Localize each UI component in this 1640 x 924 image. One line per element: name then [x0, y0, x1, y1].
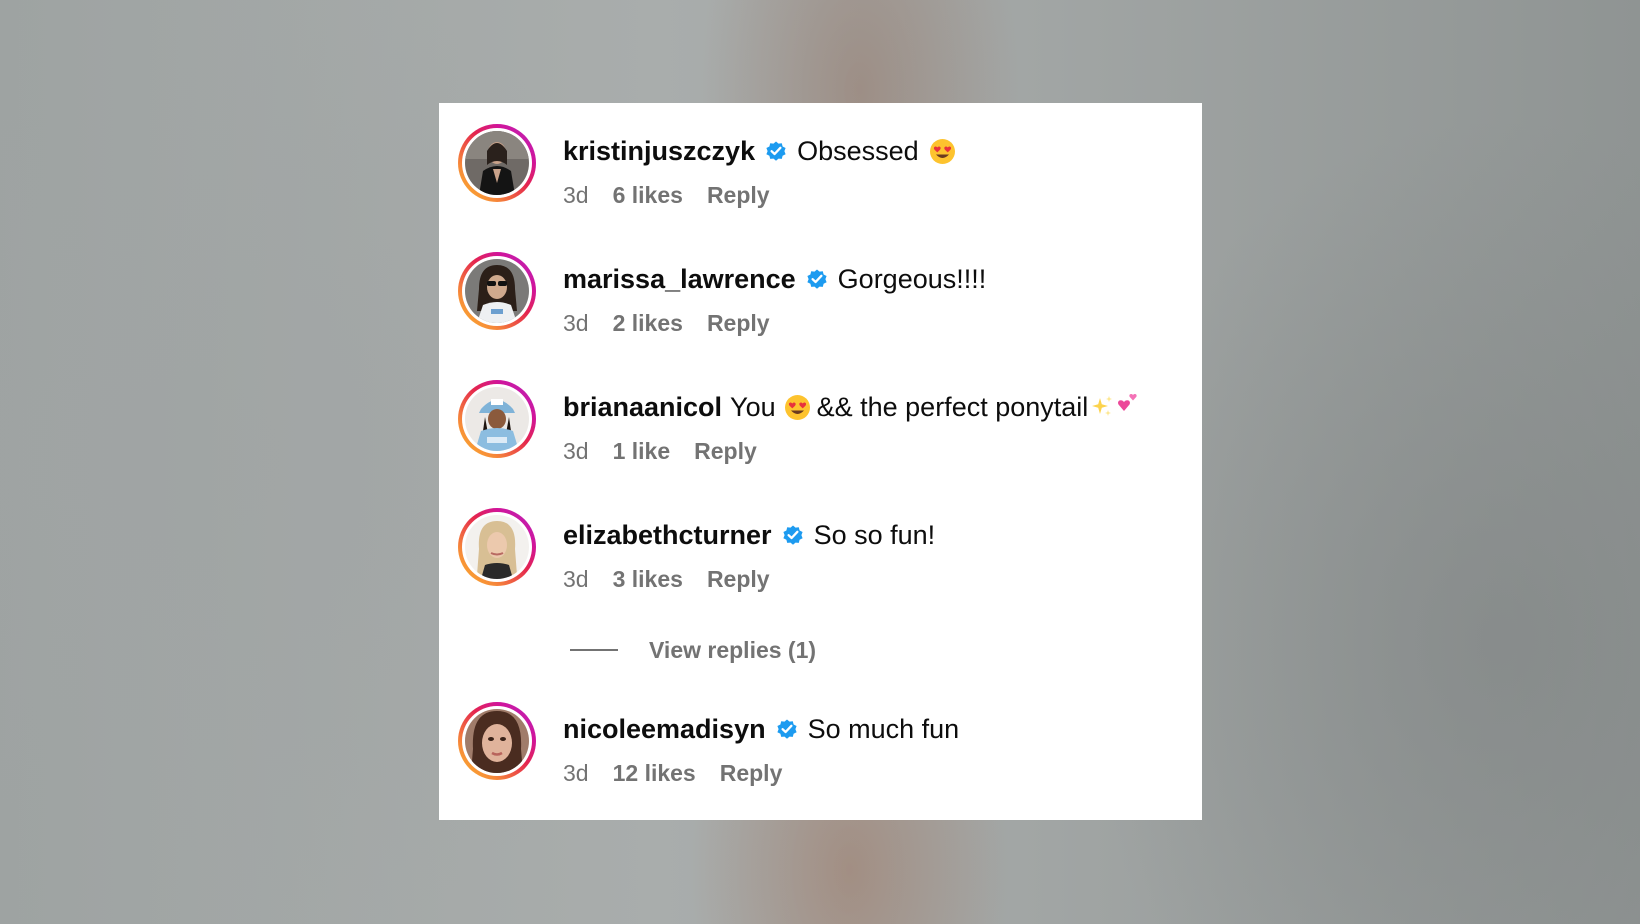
view-replies-label: View replies (1) [649, 636, 817, 663]
comment-meta: 3d 1 like Reply [563, 438, 757, 465]
username-link[interactable]: brianaanicol [563, 392, 722, 423]
comment-item: nicoleemadisyn So much fun 3d 12 likes R… [458, 681, 1178, 786]
comment-meta: 3d 6 likes Reply [563, 182, 770, 209]
username-link[interactable]: kristinjuszczyk [563, 136, 755, 167]
likes-count[interactable]: 3 likes [613, 566, 683, 593]
avatar-photo-kristinjuszczyk [465, 131, 529, 195]
avatar-photo-marissa-lawrence [465, 259, 529, 323]
comment-line: brianaanicol You && the perfect ponytail [563, 389, 1141, 425]
comment-timestamp: 3d [563, 438, 589, 464]
comment-item: elizabethcturner So so fun! 3d 3 likes R… [458, 487, 1178, 592]
two-hearts-emoji-icon [1115, 390, 1141, 416]
comment-text: Gorgeous!!!! [837, 263, 987, 294]
likes-count[interactable]: 6 likes [613, 182, 683, 209]
username-link[interactable]: nicoleemadisyn [563, 714, 766, 745]
sparkles-emoji-icon [1090, 395, 1114, 419]
verified-badge-icon [764, 139, 788, 163]
comment-timestamp: 3d [563, 182, 589, 208]
view-replies-button[interactable]: View replies (1) [570, 633, 816, 667]
verified-badge-icon [805, 267, 829, 291]
avatar[interactable] [458, 508, 536, 586]
likes-count[interactable]: 1 like [613, 438, 671, 465]
comment-meta: 3d 12 likes Reply [563, 760, 782, 787]
comment-line: marissa_lawrence Gorgeous!!!! [563, 261, 986, 297]
avatar[interactable] [458, 702, 536, 780]
verified-badge-icon [781, 523, 805, 547]
reply-button[interactable]: Reply [694, 438, 757, 465]
avatar-photo-brianaanicol [465, 387, 529, 451]
comment-line: nicoleemadisyn So much fun [563, 711, 959, 747]
replies-divider [570, 649, 618, 651]
heart-eyes-emoji-icon [784, 394, 811, 421]
likes-count[interactable]: 12 likes [613, 760, 696, 787]
reply-button[interactable]: Reply [720, 760, 783, 787]
comment-text-continued: && the perfect ponytail [816, 391, 1089, 422]
avatar[interactable] [458, 380, 536, 458]
heart-eyes-emoji-icon [929, 138, 956, 165]
verified-badge-icon [775, 717, 799, 741]
comment-meta: 3d 2 likes Reply [563, 310, 770, 337]
comment-item: kristinjuszczyk Obsessed 3d 6 likes Repl… [458, 103, 1178, 208]
comment-text: Obsessed [797, 135, 919, 166]
comment-line: elizabethcturner So so fun! [563, 517, 935, 553]
comment-line: kristinjuszczyk Obsessed [563, 133, 960, 169]
username-link[interactable]: elizabethcturner [563, 520, 772, 551]
reply-button[interactable]: Reply [707, 182, 770, 209]
reply-button[interactable]: Reply [707, 566, 770, 593]
avatar-photo-nicoleemadisyn [465, 709, 529, 773]
comment-text: You [730, 391, 776, 422]
comment-text: So so fun! [813, 519, 936, 550]
comment-text: So much fun [807, 713, 960, 744]
avatar[interactable] [458, 124, 536, 202]
comment-item: brianaanicol You && the perfect ponytail [458, 359, 1178, 464]
username-link[interactable]: marissa_lawrence [563, 264, 796, 295]
avatar-photo-elizabethcturner [465, 515, 529, 579]
comment-timestamp: 3d [563, 566, 589, 592]
reply-button[interactable]: Reply [707, 310, 770, 337]
comments-panel: kristinjuszczyk Obsessed 3d 6 likes Repl… [439, 103, 1202, 820]
comment-timestamp: 3d [563, 760, 589, 786]
avatar[interactable] [458, 252, 536, 330]
comment-item: marissa_lawrence Gorgeous!!!! 3d 2 likes… [458, 231, 1178, 336]
comment-meta: 3d 3 likes Reply [563, 566, 770, 593]
likes-count[interactable]: 2 likes [613, 310, 683, 337]
comment-timestamp: 3d [563, 310, 589, 336]
